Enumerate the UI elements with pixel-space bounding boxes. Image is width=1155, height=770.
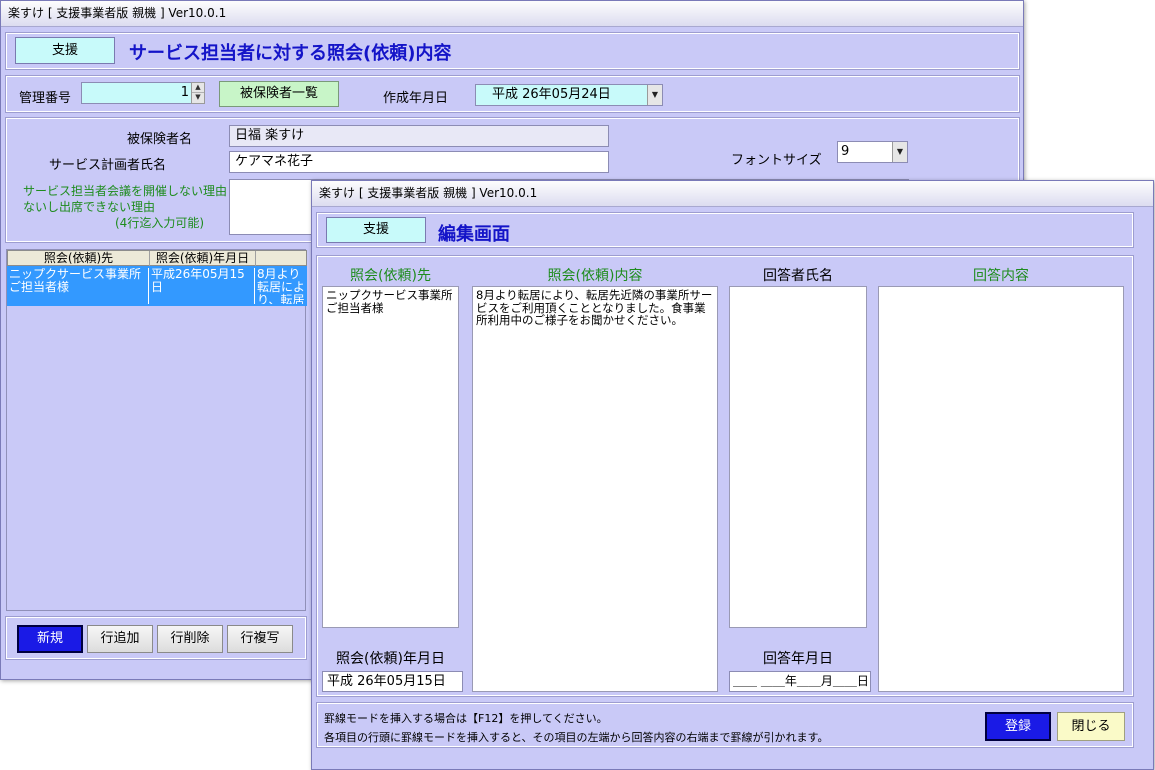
planner-name-label: サービス計画者氏名	[49, 158, 167, 173]
edit-body-panel: 照会(依頼)先 照会(依頼)内容 回答者氏名 回答内容 ニップクサービス事業所ご…	[316, 255, 1134, 697]
grid-header-date[interactable]: 照会(依頼)年月日	[150, 251, 256, 266]
planner-name-value: ケアマネ花子	[235, 154, 314, 169]
chevron-down-icon[interactable]: ▼	[892, 142, 907, 162]
planner-name-input[interactable]: ケアマネ花子	[229, 151, 609, 173]
insured-list-button[interactable]: 被保険者一覧	[219, 81, 339, 107]
page-title: サービス担当者に対する照会(依頼)内容	[129, 43, 452, 64]
main-header-panel: 支援 サービス担当者に対する照会(依頼)内容	[5, 32, 1020, 70]
mgmt-number-value: 1	[180, 85, 189, 100]
grid-cell-target: ニップクサービス事業所ご担当者様	[9, 268, 149, 304]
help-note-1: 罫線モードを挿入する場合は【F12】を押してください。	[324, 712, 608, 725]
grid-header: 照会(依頼)先 照会(依頼)年月日	[7, 250, 307, 266]
grid-cell-date: 平成26年05月15日	[151, 268, 255, 304]
reason-label-2: ないし出席できない理由	[23, 200, 156, 214]
edit-window: 楽すけ [ 支援事業者版 親機 ] Ver10.0.1 支援 編集画面 照会(依…	[311, 180, 1154, 770]
request-date-input[interactable]: 平成 26年05月15日	[322, 671, 463, 692]
new-button[interactable]: 新規	[17, 625, 83, 653]
answer-date-input[interactable]: ＿＿ ＿＿年＿＿月＿＿日	[729, 671, 871, 692]
target-textarea[interactable]: ニップクサービス事業所ご担当者様	[322, 286, 459, 628]
grid-cell-content: 8月より転居により、転居先近隣の事業所サービスをご利用頂くこととなりました。食事…	[257, 268, 306, 304]
request-date-value: 平成 26年05月15日	[327, 674, 446, 689]
content-textarea[interactable]: 8月より転居により、転居先近隣の事業所サービスをご利用頂くこととなりました。食事…	[472, 286, 718, 692]
insured-name-value: 日福 楽すけ	[235, 128, 305, 143]
created-date-label: 作成年月日	[383, 91, 449, 106]
register-button[interactable]: 登録	[985, 712, 1051, 741]
chevron-down-icon[interactable]: ▼	[647, 85, 662, 105]
close-button[interactable]: 閉じる	[1057, 712, 1125, 741]
row-action-panel: 新規 行追加 行削除 行複写	[5, 616, 307, 660]
edit-title: 編集画面	[438, 224, 510, 245]
mode-tag: 支援	[15, 37, 115, 64]
main-window-titlebar: 楽すけ [ 支援事業者版 親機 ] Ver10.0.1	[1, 1, 1023, 27]
copy-row-button[interactable]: 行複写	[227, 625, 293, 653]
spin-down-icon[interactable]: ▼	[192, 93, 204, 103]
add-row-button[interactable]: 行追加	[87, 625, 153, 653]
table-row[interactable]: ニップクサービス事業所ご担当者様 平成26年05月15日 8月より転居により、転…	[7, 266, 307, 306]
spin-up-icon[interactable]: ▲	[192, 83, 204, 93]
insured-name-label: 被保険者名	[127, 132, 193, 147]
font-size-label: フォントサイズ	[731, 153, 822, 168]
answer-textarea[interactable]	[878, 286, 1124, 692]
delete-row-button[interactable]: 行削除	[157, 625, 223, 653]
col-head-content: 照会(依頼)内容	[547, 268, 643, 284]
request-date-label: 照会(依頼)年月日	[336, 651, 445, 667]
reason-label-3: (4行迄入力可能)	[115, 216, 204, 230]
col-head-answer: 回答内容	[973, 268, 1029, 284]
created-date-value: 平成 26年05月24日	[492, 87, 611, 102]
help-note-2: 各項目の行頭に罫線モードを挿入すると、その項目の左端から回答内容の右端まで罫線が…	[324, 731, 829, 744]
mgmt-panel: 管理番号 1 ▲ ▼ 被保険者一覧 作成年月日 平成 26年05月24日 ▼	[5, 75, 1020, 113]
font-size-select[interactable]: 9 ▼	[837, 141, 908, 163]
responder-textarea[interactable]	[729, 286, 867, 628]
col-head-responder: 回答者氏名	[763, 268, 833, 284]
answer-date-label: 回答年月日	[763, 651, 833, 667]
font-size-value: 9	[841, 144, 850, 159]
reason-label-1: サービス担当者会議を開催しない理由	[23, 184, 228, 198]
edit-header-panel: 支援 編集画面	[316, 212, 1134, 248]
answer-date-value: ＿＿ ＿＿年＿＿月＿＿日	[733, 674, 869, 688]
col-head-target: 照会(依頼)先	[350, 268, 431, 284]
edit-window-titlebar: 楽すけ [ 支援事業者版 親機 ] Ver10.0.1	[312, 181, 1153, 207]
edit-mode-tag: 支援	[326, 217, 426, 243]
mgmt-number-label: 管理番号	[19, 91, 72, 106]
edit-footer-panel: 罫線モードを挿入する場合は【F12】を押してください。 各項目の行頭に罫線モード…	[316, 702, 1134, 748]
insured-name-field: 日福 楽すけ	[229, 125, 609, 147]
grid-header-target[interactable]: 照会(依頼)先	[8, 251, 150, 266]
mgmt-number-spinner[interactable]: ▲ ▼	[191, 82, 205, 104]
mgmt-number-input[interactable]: 1	[81, 82, 193, 104]
inquiry-grid: 照会(依頼)先 照会(依頼)年月日 ニップクサービス事業所ご担当者様 平成26年…	[6, 249, 307, 611]
created-date-select[interactable]: 平成 26年05月24日 ▼	[475, 84, 663, 106]
